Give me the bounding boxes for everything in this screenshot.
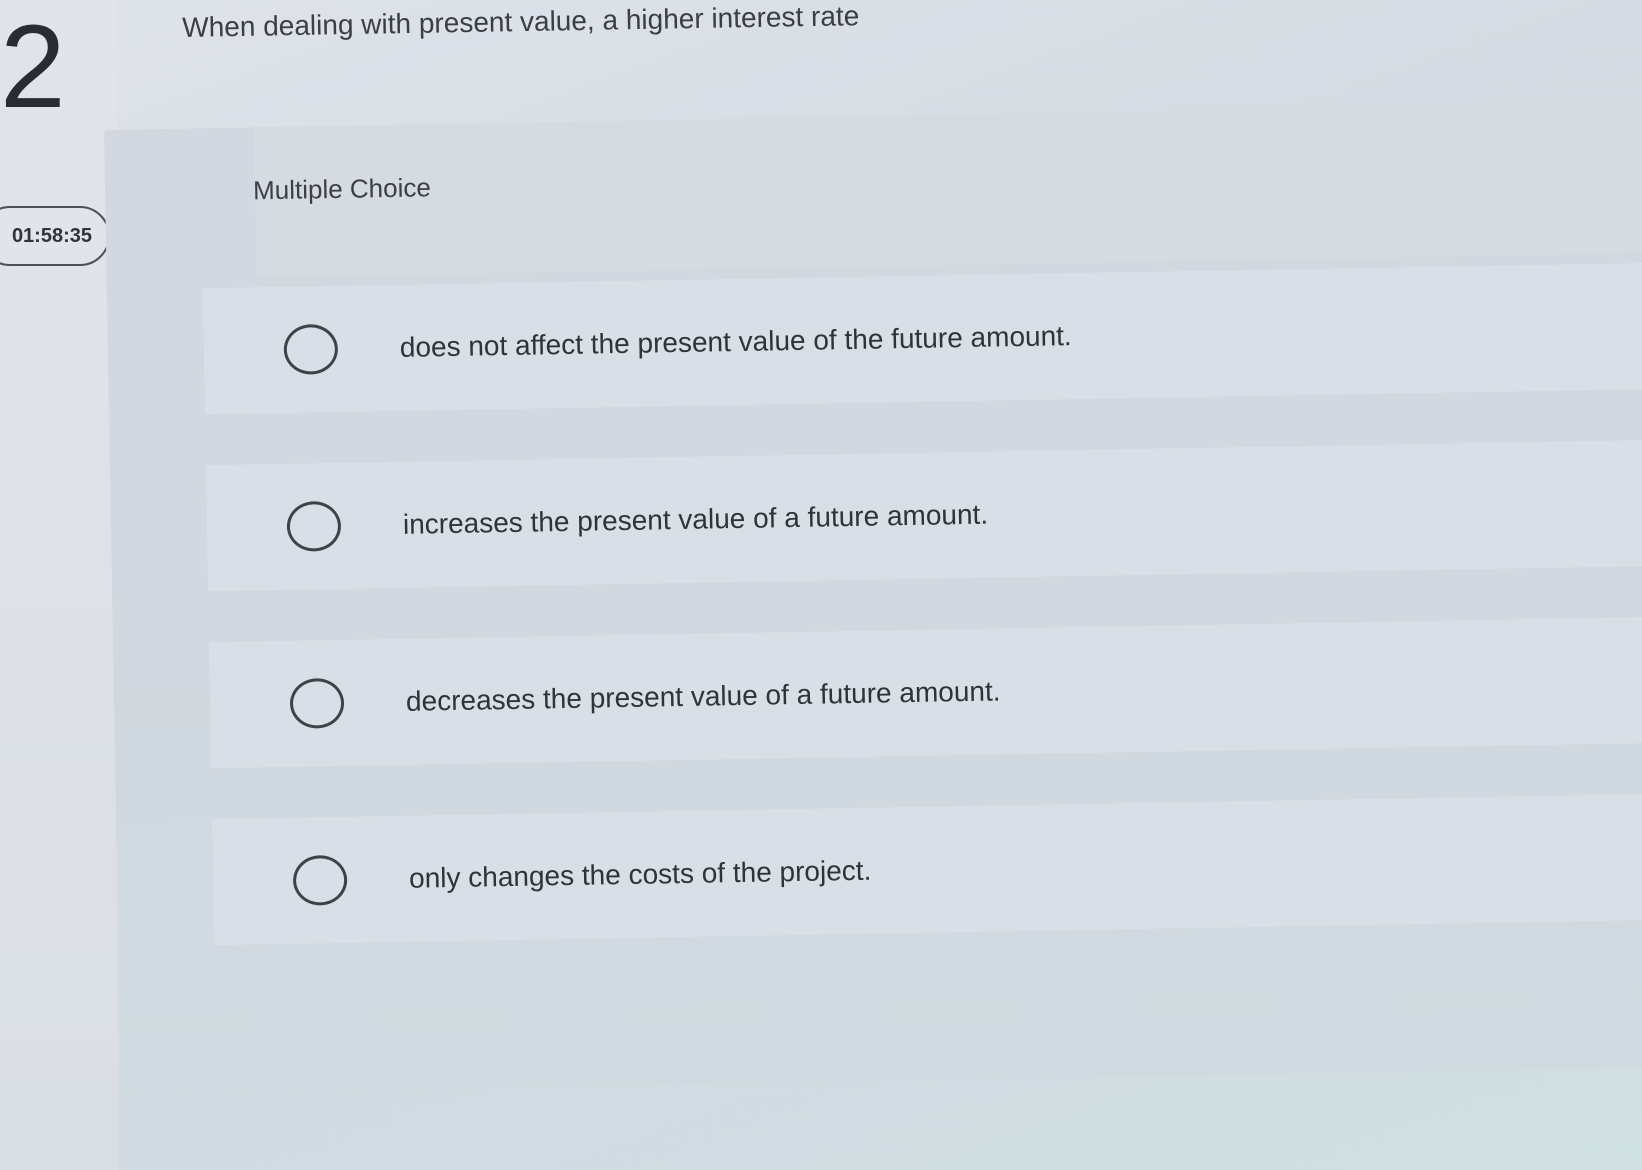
question-sidebar: 2 01:58:35 [0,0,118,1170]
answer-option-1-label[interactable]: does not affect the present value of the… [400,320,1072,364]
answer-option-2[interactable]: increases the present value of a future … [205,439,1642,592]
answer-option-1[interactable]: does not affect the present value of the… [202,262,1642,415]
question-type-label: Multiple Choice [252,172,432,206]
answer-option-3[interactable]: decreases the present value of a future … [208,616,1642,769]
answer-panel: Multiple Choice does not affect the pres… [104,102,1642,1095]
radio-button-4[interactable] [292,854,348,906]
answer-option-3-label[interactable]: decreases the present value of a future … [406,675,1001,717]
radio-button-2[interactable] [286,500,342,552]
answer-option-2-label[interactable]: increases the present value of a future … [403,499,989,541]
question-number: 2 [0,1,66,133]
question-prompt: When dealing with present value, a highe… [182,0,860,43]
answer-option-4-label[interactable]: only changes the costs of the project. [409,855,872,895]
panel-header [253,102,1642,278]
timer-badge: 01:58:35 [0,206,110,266]
radio-button-1[interactable] [283,323,339,375]
radio-button-3[interactable] [289,677,345,729]
answer-option-4[interactable]: only changes the costs of the project. [212,793,1642,946]
